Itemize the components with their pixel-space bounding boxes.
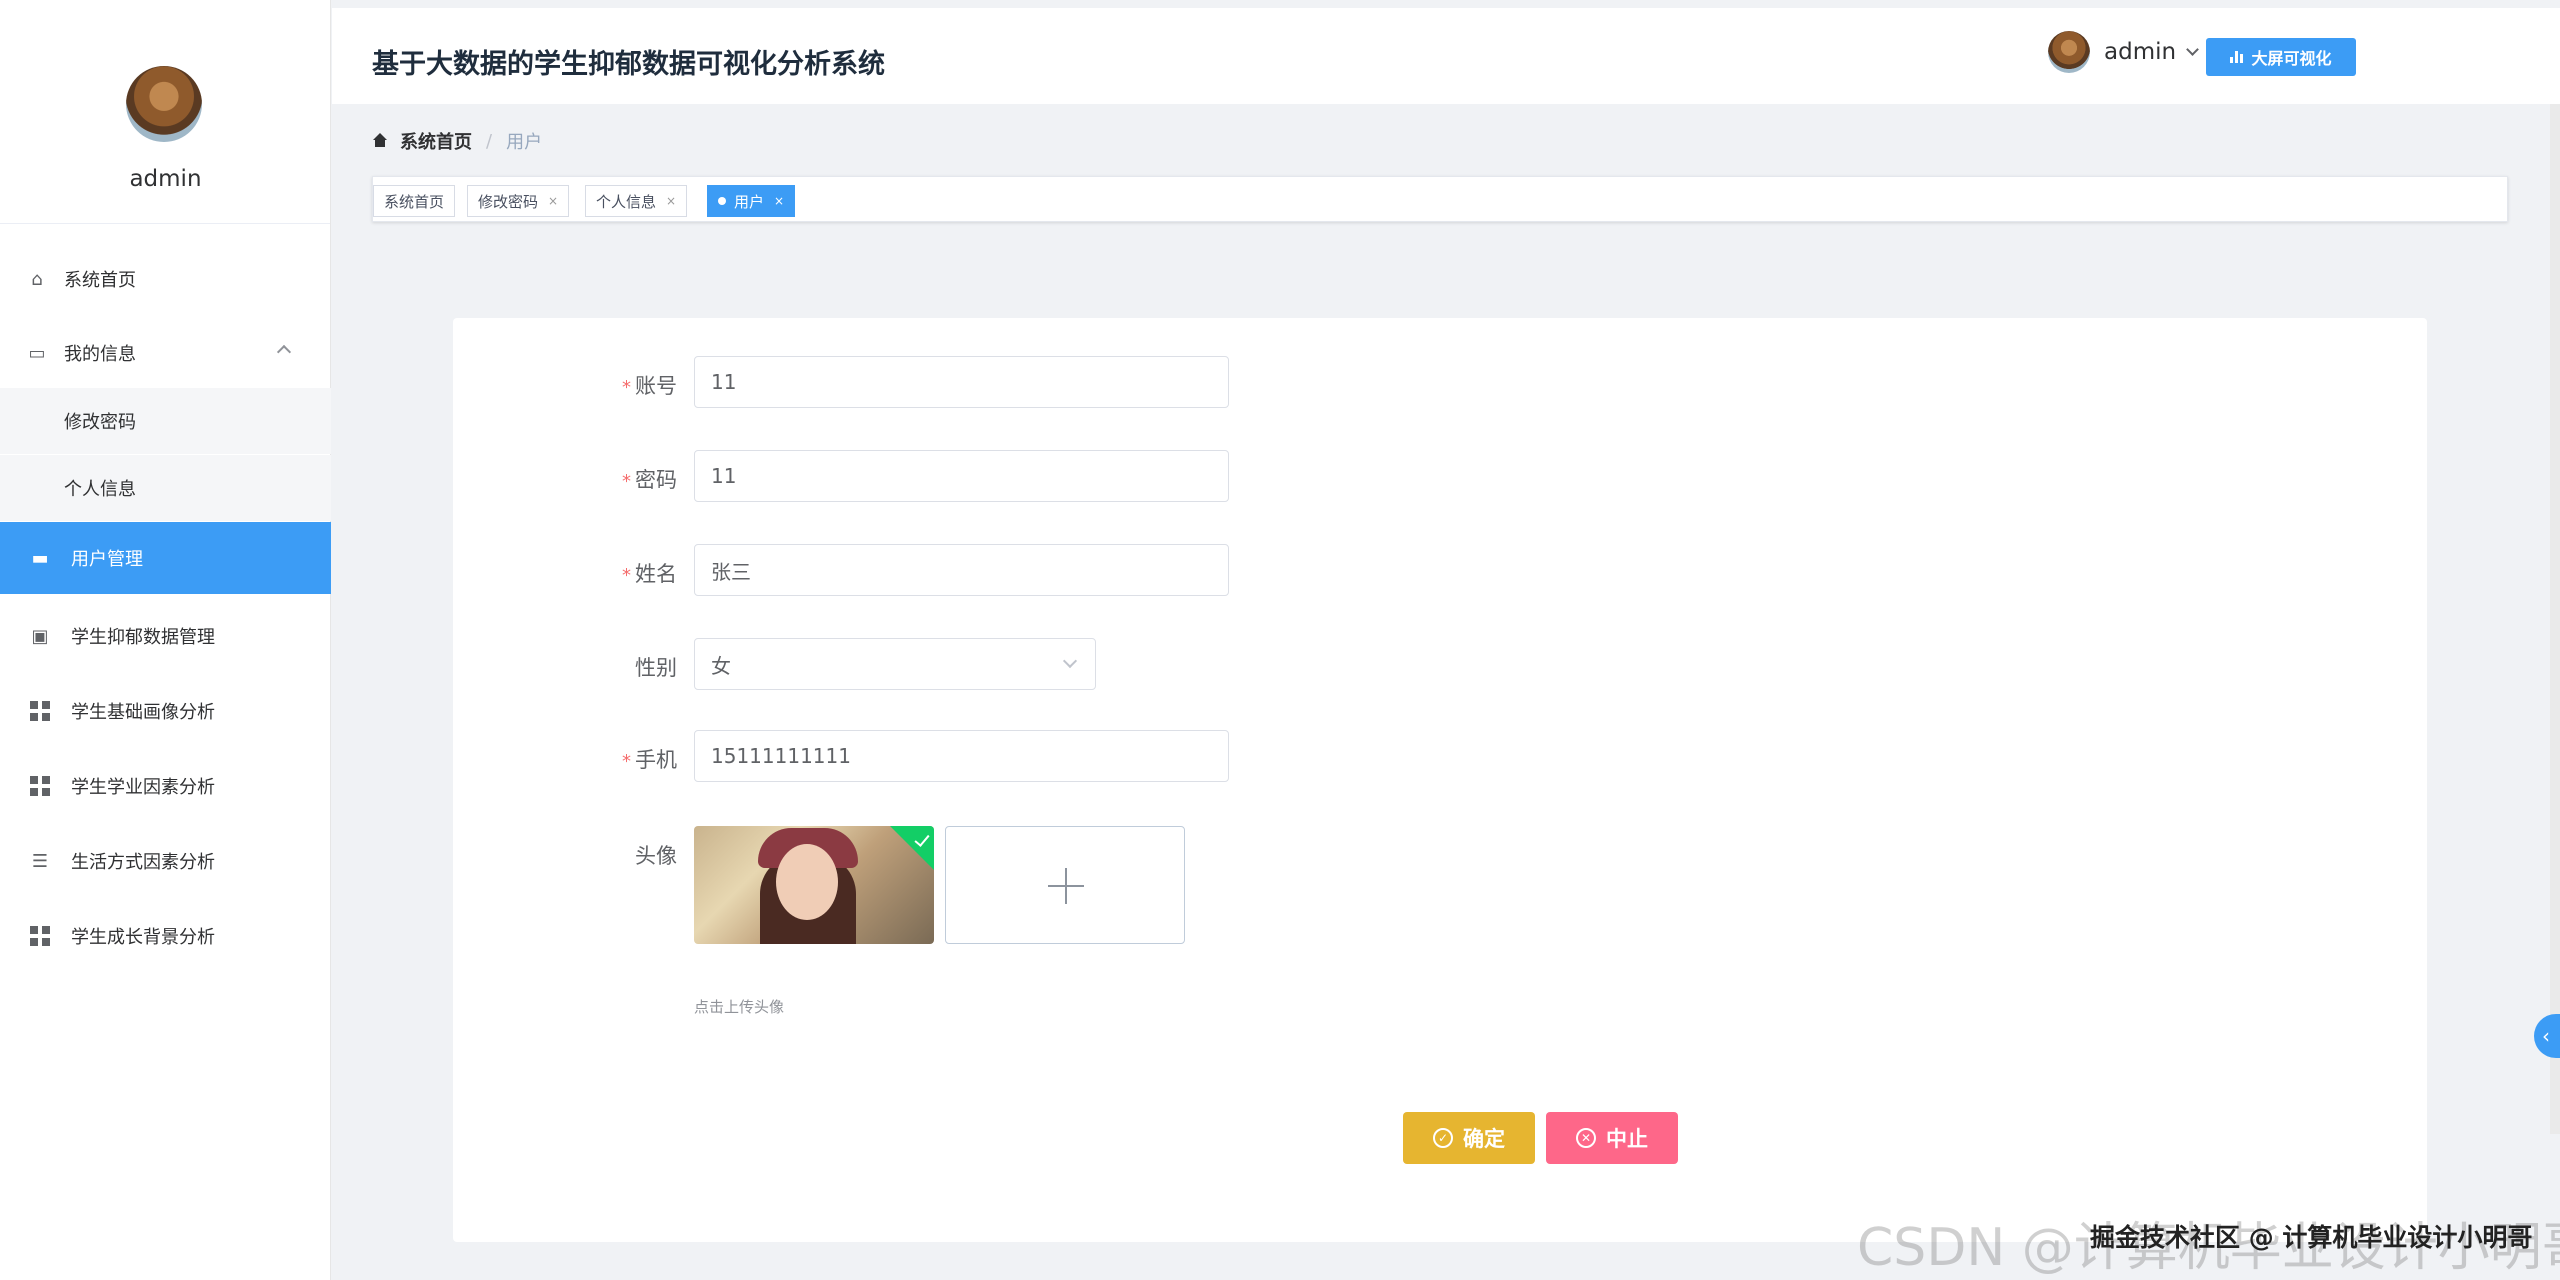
sidebar: admin ⌂ 系统首页 ▭ 我的信息 修改密码 个人信息 ▬ 用户管理 ▣ 学… bbox=[0, 0, 331, 1280]
sidebar-item-change-password[interactable]: 修改密码 bbox=[0, 388, 331, 454]
home-icon: ⌂ bbox=[31, 268, 43, 290]
avatar[interactable] bbox=[126, 66, 202, 142]
close-icon[interactable]: × bbox=[774, 194, 784, 208]
sidebar-item-personal-info[interactable]: 个人信息 bbox=[0, 455, 331, 521]
id-card-icon: ▭ bbox=[28, 342, 46, 364]
account-value: 11 bbox=[711, 370, 737, 394]
gender-label: 性别 bbox=[635, 656, 677, 680]
sliders-icon: ☰ bbox=[31, 850, 49, 872]
upload-tip: 点击上传头像 bbox=[694, 998, 785, 1016]
scrollbar[interactable] bbox=[2550, 104, 2560, 1134]
home-icon bbox=[372, 133, 388, 148]
name-input[interactable]: 张三 bbox=[694, 544, 1229, 596]
sidebar-item-label: 学生抑郁数据管理 bbox=[71, 627, 215, 648]
sidebar-item-label: 学生学业因素分析 bbox=[71, 777, 215, 798]
breadcrumb-current: 用户 bbox=[506, 132, 543, 153]
breadcrumb-separator: / bbox=[486, 130, 493, 152]
chevron-down-icon bbox=[1062, 653, 1078, 669]
sidebar-item-label: 生活方式因素分析 bbox=[71, 852, 215, 873]
account-label: * 账号 bbox=[622, 374, 677, 398]
user-menu[interactable]: admin bbox=[2048, 30, 2199, 74]
required-mark: * bbox=[622, 751, 631, 772]
sidebar-item-academic-factors[interactable]: 学生学业因素分析 bbox=[0, 750, 331, 822]
sidebar-item-label: 个人信息 bbox=[64, 479, 136, 500]
close-circle-icon: ✕ bbox=[1576, 1128, 1596, 1148]
uploaded-avatar-image[interactable] bbox=[694, 826, 934, 944]
sidebar-item-label: 修改密码 bbox=[64, 412, 136, 433]
bigscreen-button-label: 大屏可视化 bbox=[2251, 49, 2332, 68]
bar-chart-icon bbox=[2230, 51, 2244, 63]
sidebar-item-my-info[interactable]: ▭ 我的信息 bbox=[0, 317, 331, 389]
ticket-icon: ▬ bbox=[31, 547, 49, 569]
tab-label: 用户 bbox=[734, 192, 765, 211]
tab-label: 修改密码 bbox=[478, 192, 539, 211]
confirm-button[interactable]: ✓ 确定 bbox=[1403, 1112, 1535, 1164]
password-label: * 密码 bbox=[622, 468, 677, 492]
required-mark: * bbox=[622, 471, 631, 492]
header-username: admin bbox=[2104, 39, 2177, 65]
bigscreen-button[interactable]: 大屏可视化 bbox=[2206, 38, 2356, 76]
sidebar-item-growth-background[interactable]: 学生成长背景分析 bbox=[0, 900, 331, 972]
upload-avatar-button[interactable] bbox=[945, 826, 1185, 944]
active-dot-icon bbox=[718, 197, 726, 205]
chevron-up-icon bbox=[276, 344, 292, 360]
phone-value: 15111111111 bbox=[711, 744, 851, 768]
sidebar-item-user-management[interactable]: ▬ 用户管理 bbox=[0, 522, 331, 594]
gender-value: 女 bbox=[711, 653, 731, 678]
name-label: * 姓名 bbox=[622, 562, 677, 586]
account-input[interactable]: 11 bbox=[694, 356, 1229, 408]
sidebar-item-depression-data[interactable]: ▣ 学生抑郁数据管理 bbox=[0, 600, 331, 672]
grid-icon bbox=[29, 775, 51, 797]
app-title: 基于大数据的学生抑郁数据可视化分析系统 bbox=[372, 49, 885, 80]
close-icon[interactable]: × bbox=[548, 194, 558, 208]
chevron-down-icon bbox=[2186, 42, 2199, 56]
top-header: 基于大数据的学生抑郁数据可视化分析系统 大屏可视化 bbox=[332, 0, 2560, 104]
gender-select[interactable]: 女 bbox=[694, 638, 1096, 690]
sidebar-item-label: 学生成长背景分析 bbox=[71, 927, 215, 948]
name-value: 张三 bbox=[711, 559, 751, 584]
tab-personal-info[interactable]: 个人信息 × bbox=[585, 185, 688, 217]
tags-view: 系统首页 修改密码 × 个人信息 × 用户 × bbox=[372, 176, 2508, 222]
password-input[interactable]: 11 bbox=[694, 450, 1229, 502]
clipboard-icon: ▣ bbox=[31, 625, 49, 647]
tab-user[interactable]: 用户 × bbox=[707, 185, 796, 217]
user-form-card: * 账号 11 * 密码 11 * 姓名 张三 性别 女 * 手机 1511111111… bbox=[453, 318, 2427, 1242]
breadcrumb-home[interactable]: 系统首页 bbox=[400, 128, 472, 154]
tab-label: 系统首页 bbox=[384, 192, 445, 211]
phone-input[interactable]: 15111111111 bbox=[694, 730, 1229, 782]
grid-icon bbox=[29, 700, 51, 722]
abort-button[interactable]: ✕ 中止 bbox=[1546, 1112, 1678, 1164]
required-mark: * bbox=[622, 377, 631, 398]
tab-change-password[interactable]: 修改密码 × bbox=[467, 185, 570, 217]
avatar-label: 头像 bbox=[635, 844, 677, 868]
tab-label: 个人信息 bbox=[596, 192, 657, 211]
avatar bbox=[2048, 31, 2090, 73]
sidebar-username: admin bbox=[129, 166, 202, 192]
grid-icon bbox=[29, 925, 51, 947]
password-value: 11 bbox=[711, 464, 737, 488]
check-circle-icon: ✓ bbox=[1433, 1128, 1453, 1148]
sidebar-item-basic-profile[interactable]: 学生基础画像分析 bbox=[0, 675, 331, 747]
chevron-left-icon[interactable]: ‹ bbox=[2534, 1014, 2560, 1058]
juejin-watermark: 掘金技术社区 @ 计算机毕业设计小明哥 bbox=[2090, 1223, 2533, 1252]
sidebar-profile: admin bbox=[0, 0, 330, 224]
sidebar-item-label: 系统首页 bbox=[64, 270, 136, 291]
sidebar-item-label: 用户管理 bbox=[71, 549, 143, 570]
close-icon[interactable]: × bbox=[666, 194, 676, 208]
sidebar-item-lifestyle-factors[interactable]: ☰ 生活方式因素分析 bbox=[0, 825, 331, 897]
breadcrumb: 系统首页 / 用户 bbox=[372, 128, 542, 154]
required-mark: * bbox=[622, 565, 631, 586]
sidebar-item-label: 学生基础画像分析 bbox=[71, 702, 215, 723]
confirm-button-label: 确定 bbox=[1463, 1127, 1505, 1151]
sidebar-item-home[interactable]: ⌂ 系统首页 bbox=[0, 243, 331, 315]
tab-home[interactable]: 系统首页 bbox=[373, 185, 456, 217]
abort-button-label: 中止 bbox=[1606, 1127, 1648, 1151]
phone-label: * 手机 bbox=[622, 748, 677, 772]
sidebar-item-label: 我的信息 bbox=[64, 344, 136, 365]
